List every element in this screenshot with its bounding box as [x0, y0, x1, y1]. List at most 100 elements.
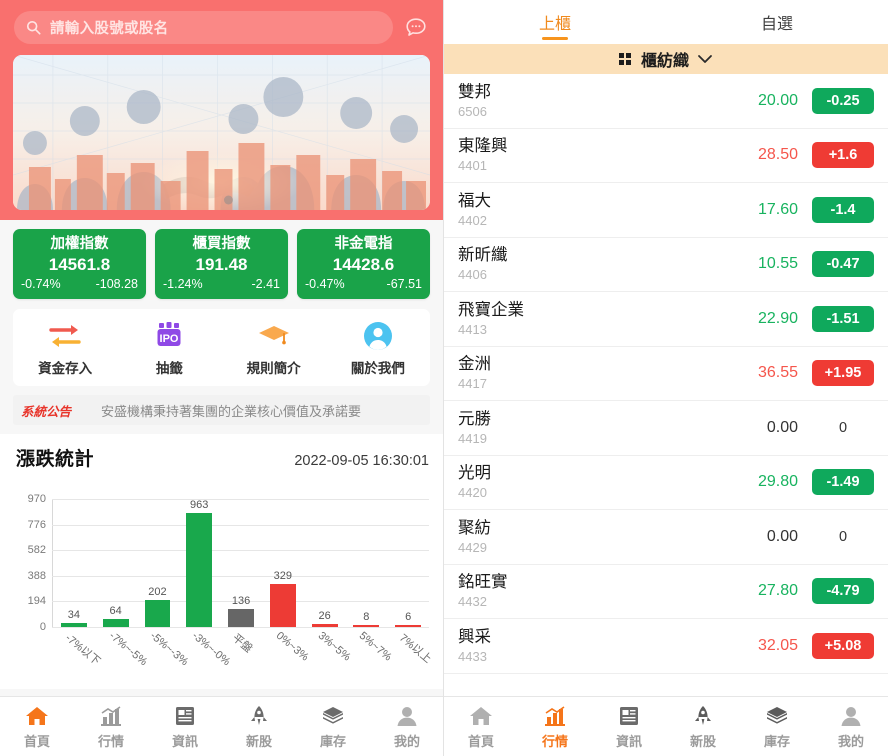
table-row[interactable]: 飛寶企業441322.90-1.51: [444, 292, 888, 347]
x-label-slot: -7%以下: [53, 627, 95, 682]
stock-name: 元勝: [458, 409, 704, 430]
bar-value-label: 963: [190, 499, 208, 511]
nav-item-newstock[interactable]: 新股: [222, 697, 296, 756]
tab-otc[interactable]: 上櫃: [444, 0, 666, 44]
nav-item-mine[interactable]: 我的: [814, 697, 888, 756]
ipo-icon: IPO: [153, 320, 185, 352]
index-card[interactable]: 加權指數 14561.8 -0.74% -108.28: [13, 229, 146, 299]
chart-x-labels: -7%以下-7%~-5%-5%~-3%-3%~-0%平盤0%~3%3%~5%5%…: [53, 627, 429, 682]
stock-code: 4402: [458, 212, 704, 229]
announcement-bar[interactable]: 系統公告 安盛機構秉持著集團的企業核心價值及承諾要: [13, 395, 430, 425]
news-icon: [174, 704, 196, 728]
x-label-slot: 0%~3%: [262, 627, 304, 682]
grid-icon: [619, 52, 633, 66]
person-icon: [840, 704, 862, 728]
bar-value-label: 136: [232, 595, 250, 607]
table-row[interactable]: 銘旺實443227.80-4.79: [444, 565, 888, 620]
category-selector[interactable]: 櫃紡織: [444, 44, 888, 74]
stock-identity: 元勝4419: [458, 409, 704, 447]
nav-item-holdings[interactable]: 庫存: [740, 697, 814, 756]
stock-code: 4401: [458, 157, 704, 174]
table-row[interactable]: 興采443332.05+5.08: [444, 619, 888, 674]
stock-price: 36.55: [704, 364, 812, 382]
stock-code: 4429: [458, 539, 704, 556]
stock-code: 4420: [458, 484, 704, 501]
chat-bubble-icon[interactable]: [403, 15, 429, 41]
index-percent: -0.74%: [21, 276, 61, 293]
svg-text:IPO: IPO: [160, 333, 179, 345]
table-row[interactable]: 雙邦650620.00-0.25: [444, 74, 888, 129]
bar-value-label: 64: [110, 605, 122, 617]
bar-slot: 202: [137, 499, 179, 627]
page-title: 漲跌統計: [16, 444, 94, 471]
stock-code: 4433: [458, 648, 704, 665]
nav-label: 行情: [542, 731, 568, 750]
nav-item-quotes[interactable]: 行情: [518, 697, 592, 756]
stock-price: 28.50: [704, 146, 812, 164]
y-axis-tick-label: 194: [28, 595, 46, 607]
nav-item-home[interactable]: 首頁: [0, 697, 74, 756]
chart-bar: [270, 584, 296, 627]
status-badge: -1.51: [812, 306, 874, 332]
quick-item-rules[interactable]: 規則簡介: [222, 320, 326, 377]
quick-item-ipo[interactable]: IPO 抽籤: [117, 320, 221, 377]
status-badge: +1.6: [812, 142, 874, 168]
quick-menu: 資金存入 IPO 抽籤: [13, 309, 430, 386]
search-placeholder: 請輸入股號或股名: [50, 17, 168, 38]
quick-item-label: 資金存入: [38, 357, 92, 377]
announcement-text: 安盛機構秉持著集團的企業核心價值及承諾要: [101, 401, 361, 420]
table-row[interactable]: 福大440217.60-1.4: [444, 183, 888, 238]
y-axis-tick-label: 0: [40, 621, 46, 633]
x-axis-tick-label: 平盤: [229, 630, 256, 656]
index-card[interactable]: 非金電指 14428.6 -0.47% -67.51: [297, 229, 430, 299]
nav-item-home[interactable]: 首頁: [444, 697, 518, 756]
transfer-arrows-icon: [48, 320, 82, 352]
stock-name: 飛寶企業: [458, 300, 704, 321]
bar-slot: 6: [387, 499, 429, 627]
table-row[interactable]: 元勝44190.000: [444, 401, 888, 456]
stock-identity: 新昕纖4406: [458, 245, 704, 283]
chart-bar: [145, 600, 171, 627]
tab-watchlist[interactable]: 自選: [666, 0, 888, 44]
table-row[interactable]: 金洲441736.55+1.95: [444, 347, 888, 402]
quick-item-deposit[interactable]: 資金存入: [13, 320, 117, 377]
bar-slot: 963: [178, 499, 220, 627]
table-row[interactable]: 聚紡44290.000: [444, 510, 888, 565]
index-name: 加權指數: [20, 235, 139, 254]
stock-identity: 興采4433: [458, 627, 704, 665]
updown-bar-chart: 0194388582776970 34642029631363292686 -7…: [10, 477, 433, 682]
index-cards: 加權指數 14561.8 -0.74% -108.28 櫃買指數 191.48 …: [0, 220, 443, 309]
y-axis-tick-label: 388: [28, 570, 46, 582]
index-percent: -0.47%: [305, 276, 345, 293]
nav-item-mine[interactable]: 我的: [370, 697, 444, 756]
nav-item-news[interactable]: 資訊: [148, 697, 222, 756]
bar-slot: 64: [95, 499, 137, 627]
nav-label: 庫存: [764, 731, 790, 750]
index-card[interactable]: 櫃買指數 191.48 -1.24% -2.41: [155, 229, 288, 299]
promo-banner[interactable]: [13, 55, 430, 210]
stock-list[interactable]: 雙邦650620.00-0.25東隆興440128.50+1.6福大440217…: [444, 74, 888, 700]
table-row[interactable]: 光明442029.80-1.49: [444, 456, 888, 511]
nav-item-news[interactable]: 資訊: [592, 697, 666, 756]
nav-item-holdings[interactable]: 庫存: [296, 697, 370, 756]
table-row[interactable]: 東隆興440128.50+1.6: [444, 129, 888, 184]
chart-bars: 34642029631363292686: [53, 499, 429, 627]
chart-icon: [99, 704, 123, 728]
quick-item-label: 關於我們: [351, 357, 405, 377]
rocket-icon: [249, 704, 269, 728]
status-badge: 0: [812, 524, 874, 550]
status-badge: -4.79: [812, 578, 874, 604]
nav-item-newstock[interactable]: 新股: [666, 697, 740, 756]
user-circle-icon: [363, 320, 393, 352]
bar-slot: 136: [220, 499, 262, 627]
stock-price: 0.00: [704, 419, 812, 437]
nav-item-quotes[interactable]: 行情: [74, 697, 148, 756]
stock-name: 聚紡: [458, 518, 704, 539]
quick-item-about[interactable]: 關於我們: [326, 320, 430, 377]
stock-identity: 飛寶企業4413: [458, 300, 704, 338]
search-input[interactable]: 請輸入股號或股名: [14, 11, 393, 44]
tab-active-underline: [542, 37, 568, 40]
table-row[interactable]: 新昕纖440610.55-0.47: [444, 238, 888, 293]
stock-price: 20.00: [704, 92, 812, 110]
x-label-slot: 5%~7%: [345, 627, 387, 682]
